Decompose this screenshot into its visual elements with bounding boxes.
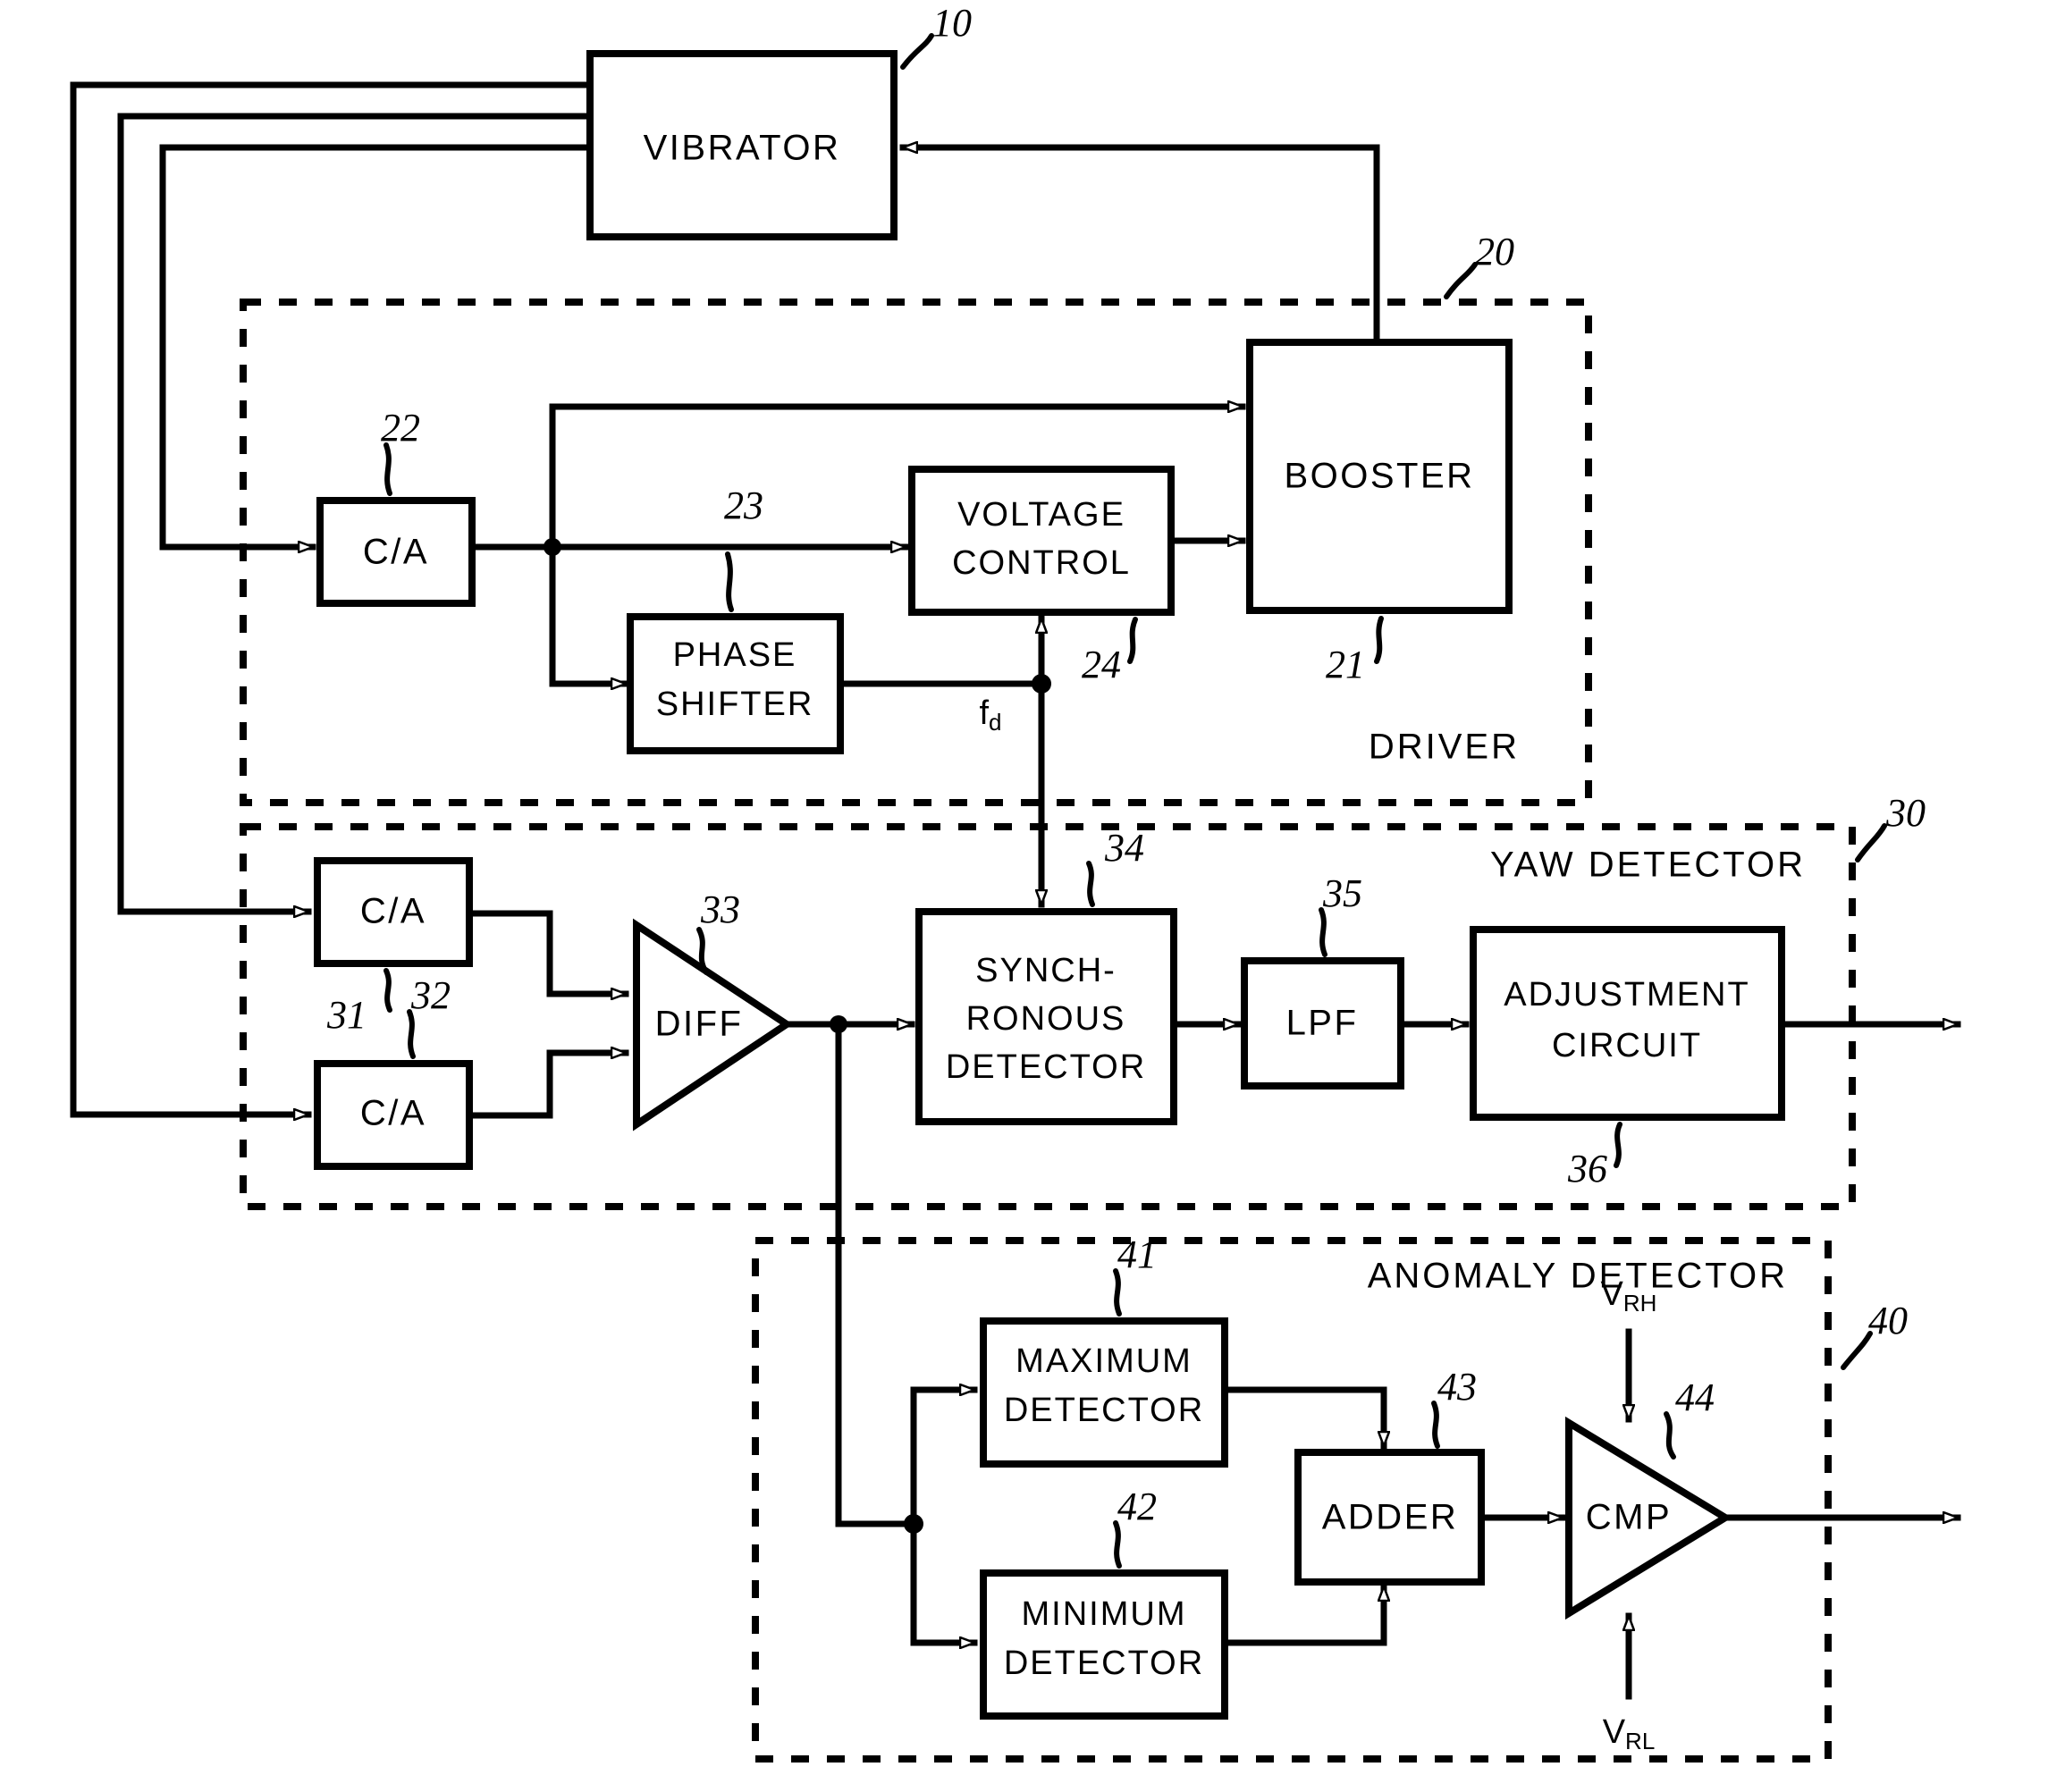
sync-detector-ref-lead [1086, 861, 1095, 907]
voltage-control-label-line1: VOLTAGE [957, 496, 1125, 534]
sync-detector-label-line3: DETECTOR [946, 1048, 1146, 1086]
diff-label: DIFF [655, 1005, 744, 1044]
patent-figure: VIBRATOR 10 DRIVER 20 C/A 22 PHASE SHIFT… [0, 0, 2048, 1792]
phase-shifter-ref-lead [725, 551, 734, 612]
maximum-detector-ref-lead [1113, 1268, 1122, 1317]
adder-label: ADDER [1322, 1498, 1459, 1537]
wire-to-minimum-detector [910, 1520, 978, 1643]
wire-max-to-adder [1221, 1386, 1384, 1450]
anomaly-detector-ref-lead [1841, 1331, 1873, 1370]
wire-booster-to-vibrator [899, 147, 1380, 343]
yaw-detector-group-label: YAW DETECTOR [1490, 846, 1806, 885]
phase-shifter-ref: 23 [724, 484, 763, 527]
maximum-detector-label-line2: DETECTOR [1004, 1392, 1204, 1429]
cmp-label: CMP [1586, 1498, 1672, 1537]
driver-ref: 20 [1475, 230, 1514, 273]
minimum-detector-ref: 42 [1117, 1485, 1157, 1528]
yaw-detector-ref: 30 [1885, 791, 1926, 835]
ca32-ref-lead [407, 1009, 416, 1059]
booster-label: BOOSTER [1284, 457, 1474, 496]
voltage-control-label-line2: CONTROL [952, 544, 1131, 582]
driver-ref-lead [1444, 262, 1478, 299]
adjustment-circuit-label-line1: ADJUSTMENT [1504, 976, 1749, 1014]
adjustment-circuit-ref: 36 [1567, 1147, 1607, 1190]
yaw-detector-ref-lead [1855, 823, 1887, 862]
fd-signal-label: fd [979, 694, 1001, 736]
wire-to-maximum-detector [910, 1390, 978, 1527]
adjustment-circuit-block [1470, 926, 1785, 1121]
anomaly-detector-ref: 40 [1868, 1299, 1908, 1342]
cmp-ref: 44 [1675, 1376, 1715, 1419]
ca31-label: C/A [360, 892, 426, 931]
wire-min-to-adder [1221, 1583, 1384, 1646]
sync-detector-ref: 34 [1104, 826, 1144, 870]
minimum-detector-label-line1: MINIMUM [1022, 1595, 1187, 1633]
ca31-ref: 31 [326, 993, 367, 1037]
sync-detector-label-line2: RONOUS [966, 1000, 1126, 1038]
ca22-ref: 22 [381, 406, 420, 450]
minimum-detector-label-line2: DETECTOR [1004, 1645, 1204, 1682]
lpf-label: LPF [1286, 1004, 1359, 1043]
ca32-ref: 32 [410, 973, 451, 1017]
anomaly-detector-group-label: ANOMALY DETECTOR [1368, 1257, 1788, 1296]
ca31-ref-lead [383, 968, 392, 1013]
adder-ref-lead [1431, 1401, 1440, 1449]
vibrator-label: VIBRATOR [644, 129, 841, 168]
adjustment-circuit-label-line2: CIRCUIT [1552, 1027, 1702, 1064]
maximum-detector-ref: 41 [1117, 1233, 1157, 1276]
maximum-detector-label-line1: MAXIMUM [1016, 1342, 1193, 1380]
lpf-ref-lead [1319, 907, 1327, 957]
diff-ref: 33 [700, 888, 740, 931]
phase-shifter-label-line2: SHIFTER [656, 686, 814, 723]
wire-ca22-to-phase-shifter [549, 543, 629, 684]
ca22-label: C/A [363, 533, 429, 572]
vibrator-ref: 10 [932, 1, 972, 45]
sync-detector-label-line1: SYNCH- [975, 952, 1117, 989]
adjustment-circuit-ref-lead [1614, 1122, 1622, 1168]
driver-group-label: DRIVER [1369, 728, 1520, 767]
phase-shifter-label-line1: PHASE [673, 636, 797, 674]
ca22-ref-lead [383, 442, 392, 496]
lpf-ref: 35 [1322, 871, 1362, 915]
wire-ca31-to-diff [466, 910, 629, 994]
voltage-control-block [908, 466, 1175, 616]
minimum-detector-ref-lead [1113, 1520, 1122, 1569]
voltage-control-ref-lead [1127, 617, 1138, 664]
booster-ref-lead [1374, 616, 1384, 664]
ca32-label: C/A [360, 1094, 426, 1133]
adder-ref: 43 [1437, 1365, 1477, 1409]
wire-diff-to-anomaly [835, 1021, 917, 1527]
cmp-ref-lead [1664, 1411, 1676, 1460]
block-diagram-svg: VIBRATOR 10 DRIVER 20 C/A 22 PHASE SHIFT… [70, 1, 1961, 1763]
vrl-signal-label: VRL [1603, 1713, 1656, 1754]
voltage-control-ref: 24 [1082, 643, 1121, 686]
booster-ref: 21 [1326, 643, 1365, 686]
vibrator-ref-lead [900, 33, 934, 70]
wire-ca32-to-diff [466, 1053, 629, 1119]
